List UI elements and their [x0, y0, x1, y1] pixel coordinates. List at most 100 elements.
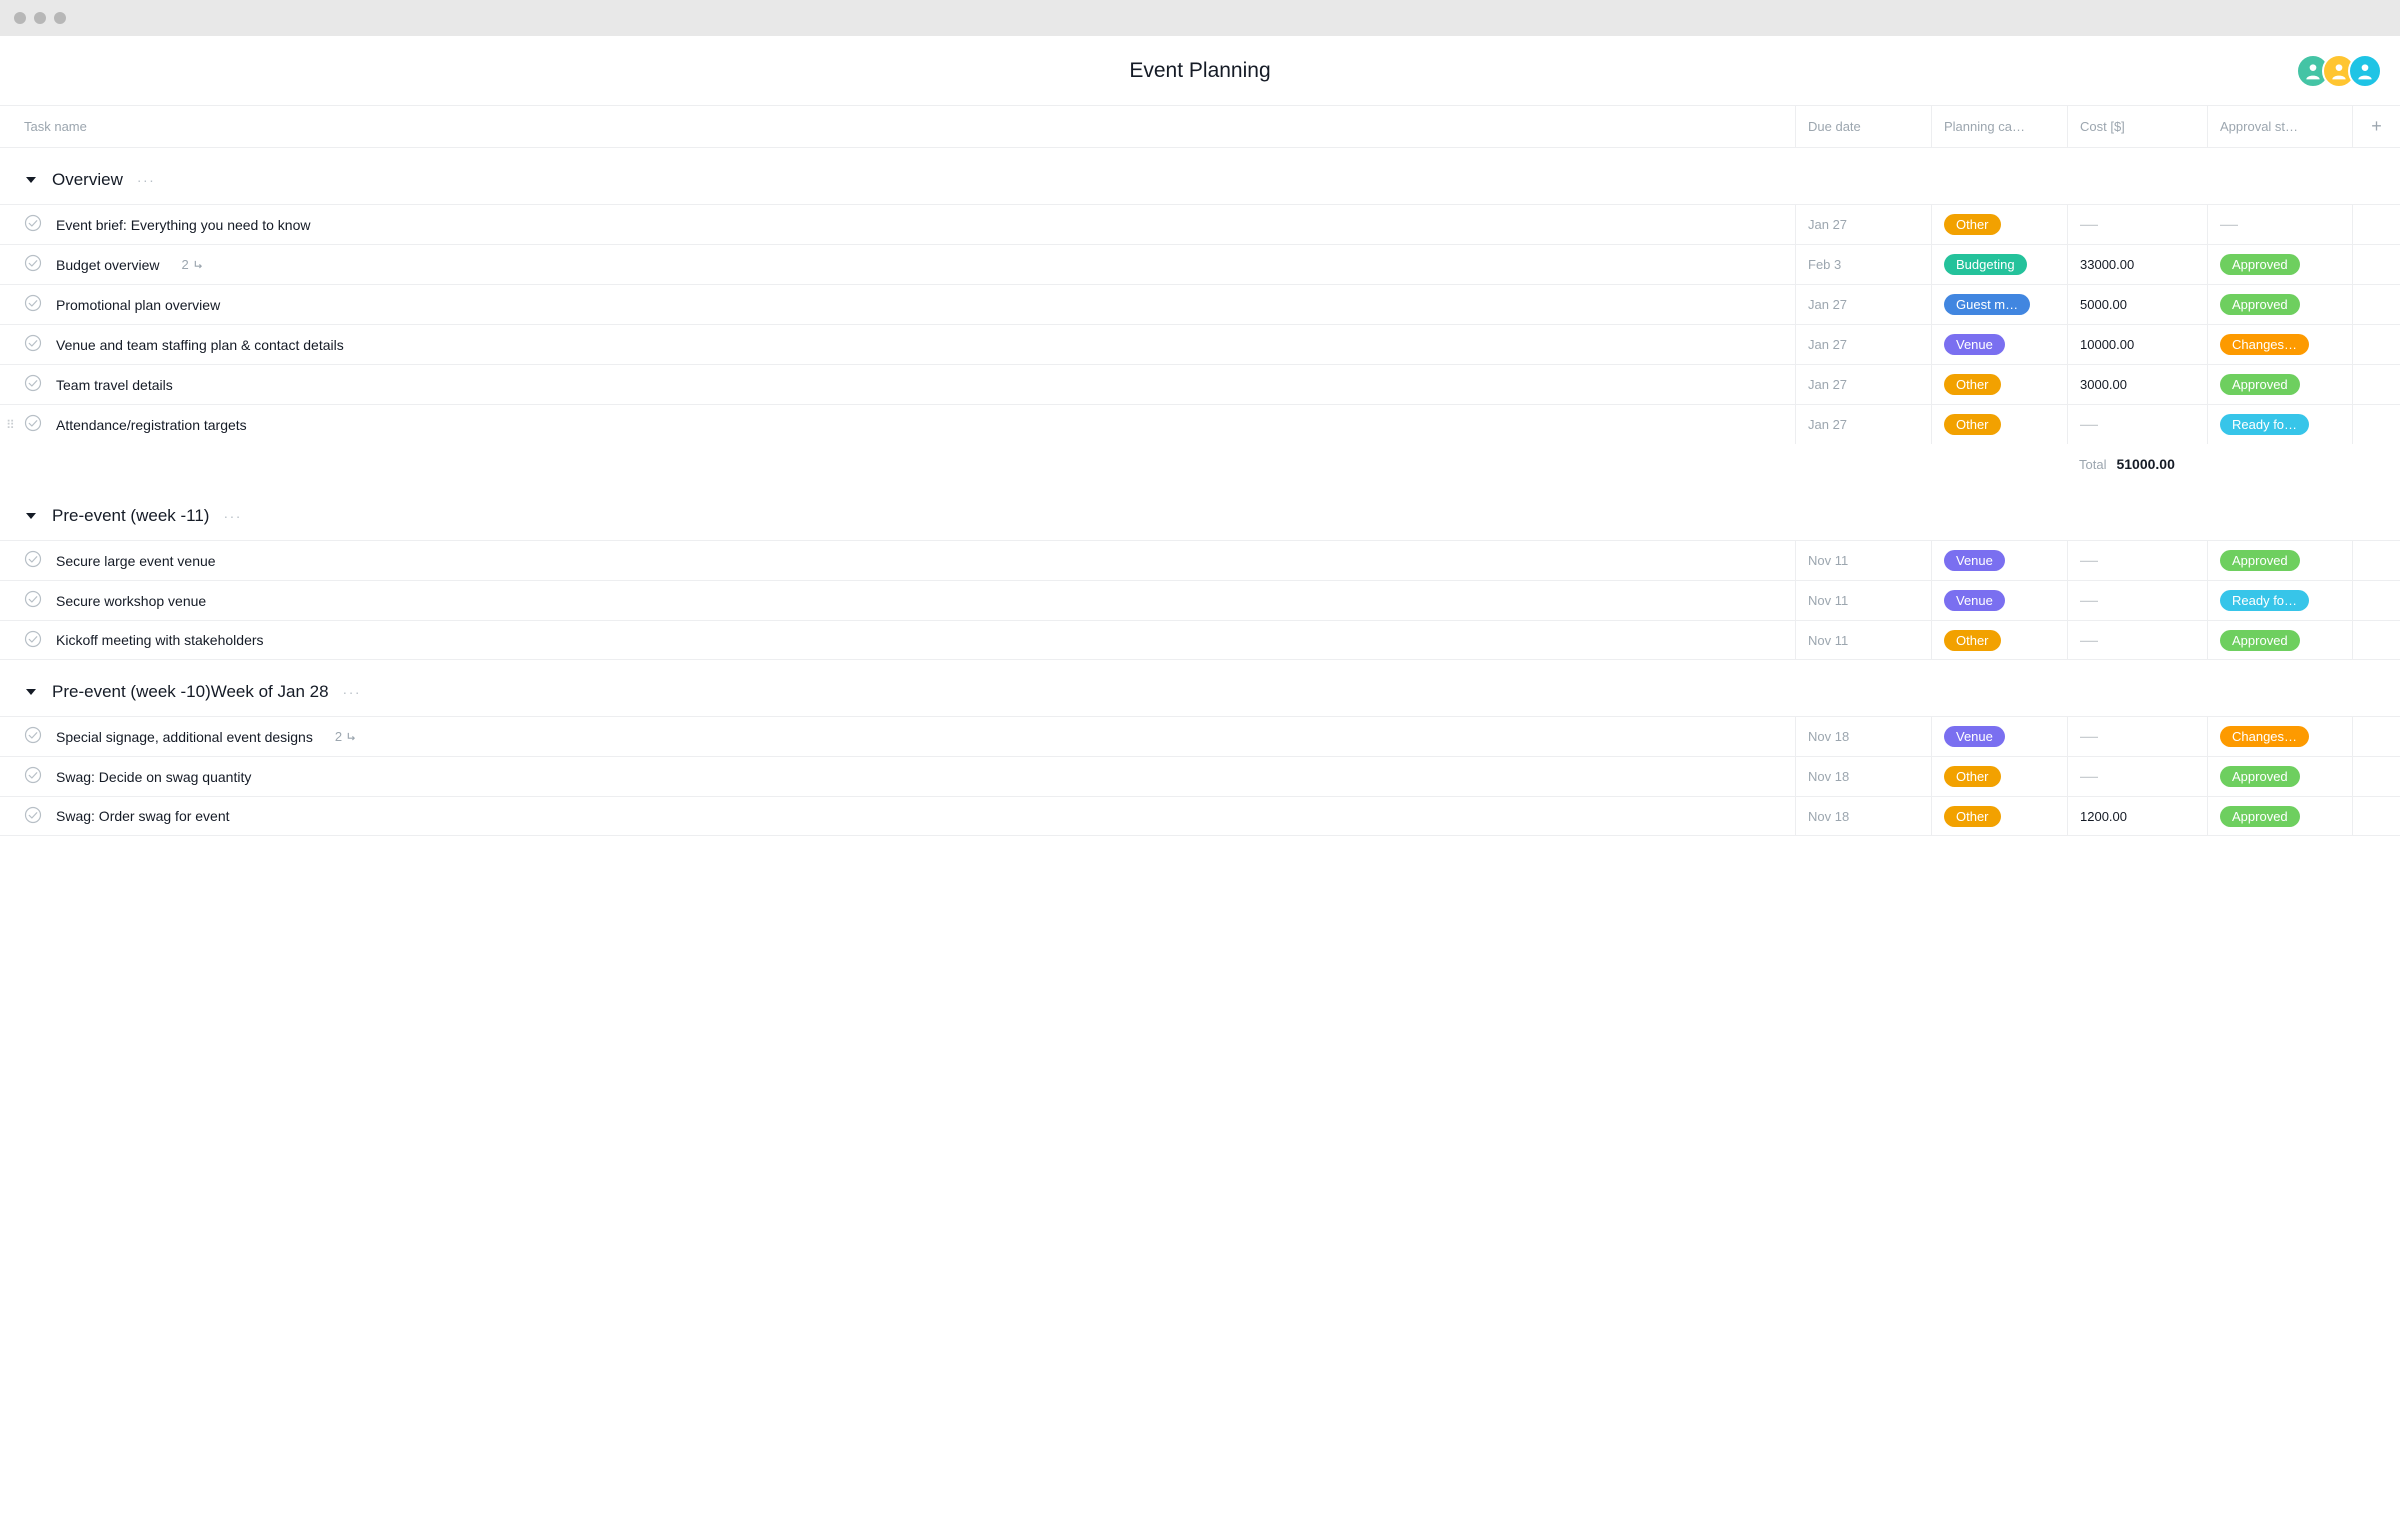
due-date-cell[interactable]: Nov 11	[1795, 541, 1931, 580]
approval-status-cell[interactable]: Approved	[2207, 245, 2352, 284]
cost-cell[interactable]: —	[2067, 405, 2207, 444]
add-column-button[interactable]: +	[2352, 106, 2400, 147]
planning-category-cell[interactable]: Venue	[1931, 717, 2067, 756]
approval-status-cell[interactable]: Approved	[2207, 365, 2352, 404]
task-name-cell[interactable]: Promotional plan overview	[0, 285, 1795, 324]
task-name-cell[interactable]: Budget overview2	[0, 245, 1795, 284]
task-name-cell[interactable]: Secure large event venue	[0, 541, 1795, 580]
approval-status-cell[interactable]: Approved	[2207, 621, 2352, 659]
collapse-icon[interactable]	[24, 511, 38, 521]
task-row[interactable]: Swag: Order swag for eventNov 18Other120…	[0, 796, 2400, 836]
cost-cell[interactable]: 1200.00	[2067, 797, 2207, 835]
task-name-cell[interactable]: Swag: Order swag for event	[0, 797, 1795, 835]
subtask-count[interactable]: 2	[335, 729, 360, 744]
due-date-cell[interactable]: Feb 3	[1795, 245, 1931, 284]
task-name-cell[interactable]: ⠿Attendance/registration targets	[0, 405, 1795, 444]
task-name-cell[interactable]: Special signage, additional event design…	[0, 717, 1795, 756]
drag-handle-icon[interactable]: ⠿	[6, 418, 15, 432]
complete-task-icon[interactable]	[24, 550, 42, 571]
task-row[interactable]: Secure large event venueNov 11Venue—Appr…	[0, 540, 2400, 580]
collapse-icon[interactable]	[24, 175, 38, 185]
task-row[interactable]: Venue and team staffing plan & contact d…	[0, 324, 2400, 364]
due-date-cell[interactable]: Nov 18	[1795, 757, 1931, 796]
collaborator-avatars[interactable]	[2304, 54, 2382, 88]
due-date-cell[interactable]: Jan 27	[1795, 285, 1931, 324]
task-row[interactable]: ⠿Attendance/registration targetsJan 27Ot…	[0, 404, 2400, 444]
section-header[interactable]: Pre-event (week -11)···	[0, 506, 2400, 526]
due-date-cell[interactable]: Nov 11	[1795, 621, 1931, 659]
approval-status-cell[interactable]: Changes…	[2207, 325, 2352, 364]
planning-category-cell[interactable]: Other	[1931, 205, 2067, 244]
complete-task-icon[interactable]	[24, 766, 42, 787]
due-date-cell[interactable]: Jan 27	[1795, 365, 1931, 404]
cost-cell[interactable]: 33000.00	[2067, 245, 2207, 284]
planning-category-cell[interactable]: Venue	[1931, 325, 2067, 364]
planning-category-cell[interactable]: Other	[1931, 797, 2067, 835]
avatar[interactable]	[2348, 54, 2382, 88]
task-name-cell[interactable]: Event brief: Everything you need to know	[0, 205, 1795, 244]
task-row[interactable]: Promotional plan overviewJan 27Guest m…5…	[0, 284, 2400, 324]
approval-status-cell[interactable]: Approved	[2207, 285, 2352, 324]
task-name-cell[interactable]: Team travel details	[0, 365, 1795, 404]
complete-task-icon[interactable]	[24, 374, 42, 395]
due-date-cell[interactable]: Jan 27	[1795, 325, 1931, 364]
cost-cell[interactable]: —	[2067, 541, 2207, 580]
due-date-cell[interactable]: Jan 27	[1795, 205, 1931, 244]
cost-cell[interactable]: 5000.00	[2067, 285, 2207, 324]
task-name-cell[interactable]: Swag: Decide on swag quantity	[0, 757, 1795, 796]
approval-status-cell[interactable]: Ready fo…	[2207, 405, 2352, 444]
complete-task-icon[interactable]	[24, 294, 42, 315]
complete-task-icon[interactable]	[24, 414, 42, 435]
column-due-date[interactable]: Due date	[1795, 106, 1931, 147]
due-date-cell[interactable]: Nov 11	[1795, 581, 1931, 620]
approval-status-cell[interactable]: —	[2207, 205, 2352, 244]
task-row[interactable]: Budget overview2 Feb 3Budgeting33000.00A…	[0, 244, 2400, 284]
section-more-icon[interactable]: ···	[343, 684, 362, 700]
task-row[interactable]: Special signage, additional event design…	[0, 716, 2400, 756]
task-name-cell[interactable]: Venue and team staffing plan & contact d…	[0, 325, 1795, 364]
section-more-icon[interactable]: ···	[223, 508, 242, 524]
column-task-name[interactable]: Task name	[0, 119, 1795, 134]
complete-task-icon[interactable]	[24, 590, 42, 611]
subtask-count[interactable]: 2	[182, 257, 207, 272]
window-minimize-dot[interactable]	[34, 12, 46, 24]
complete-task-icon[interactable]	[24, 214, 42, 235]
section-more-icon[interactable]: ···	[137, 172, 156, 188]
task-row[interactable]: Swag: Decide on swag quantityNov 18Other…	[0, 756, 2400, 796]
planning-category-cell[interactable]: Other	[1931, 405, 2067, 444]
planning-category-cell[interactable]: Other	[1931, 757, 2067, 796]
approval-status-cell[interactable]: Changes…	[2207, 717, 2352, 756]
approval-status-cell[interactable]: Approved	[2207, 757, 2352, 796]
planning-category-cell[interactable]: Other	[1931, 621, 2067, 659]
task-row[interactable]: Secure workshop venueNov 11Venue—Ready f…	[0, 580, 2400, 620]
column-approval-status[interactable]: Approval st…	[2207, 106, 2352, 147]
complete-task-icon[interactable]	[24, 254, 42, 275]
collapse-icon[interactable]	[24, 687, 38, 697]
due-date-cell[interactable]: Nov 18	[1795, 717, 1931, 756]
column-planning-category[interactable]: Planning ca…	[1931, 106, 2067, 147]
task-name-cell[interactable]: Secure workshop venue	[0, 581, 1795, 620]
section-header[interactable]: Overview···	[0, 170, 2400, 190]
cost-cell[interactable]: —	[2067, 621, 2207, 659]
complete-task-icon[interactable]	[24, 726, 42, 747]
window-zoom-dot[interactable]	[54, 12, 66, 24]
task-row[interactable]: Kickoff meeting with stakeholdersNov 11O…	[0, 620, 2400, 660]
planning-category-cell[interactable]: Venue	[1931, 541, 2067, 580]
planning-category-cell[interactable]: Guest m…	[1931, 285, 2067, 324]
approval-status-cell[interactable]: Ready fo…	[2207, 581, 2352, 620]
task-row[interactable]: Team travel detailsJan 27Other3000.00App…	[0, 364, 2400, 404]
approval-status-cell[interactable]: Approved	[2207, 797, 2352, 835]
task-row[interactable]: Event brief: Everything you need to know…	[0, 204, 2400, 244]
cost-cell[interactable]: —	[2067, 581, 2207, 620]
due-date-cell[interactable]: Nov 18	[1795, 797, 1931, 835]
cost-cell[interactable]: —	[2067, 205, 2207, 244]
task-name-cell[interactable]: Kickoff meeting with stakeholders	[0, 621, 1795, 659]
section-header[interactable]: Pre-event (week -10)Week of Jan 28···	[0, 682, 2400, 702]
cost-cell[interactable]: 3000.00	[2067, 365, 2207, 404]
planning-category-cell[interactable]: Venue	[1931, 581, 2067, 620]
complete-task-icon[interactable]	[24, 806, 42, 827]
complete-task-icon[interactable]	[24, 630, 42, 651]
window-close-dot[interactable]	[14, 12, 26, 24]
planning-category-cell[interactable]: Budgeting	[1931, 245, 2067, 284]
cost-cell[interactable]: 10000.00	[2067, 325, 2207, 364]
